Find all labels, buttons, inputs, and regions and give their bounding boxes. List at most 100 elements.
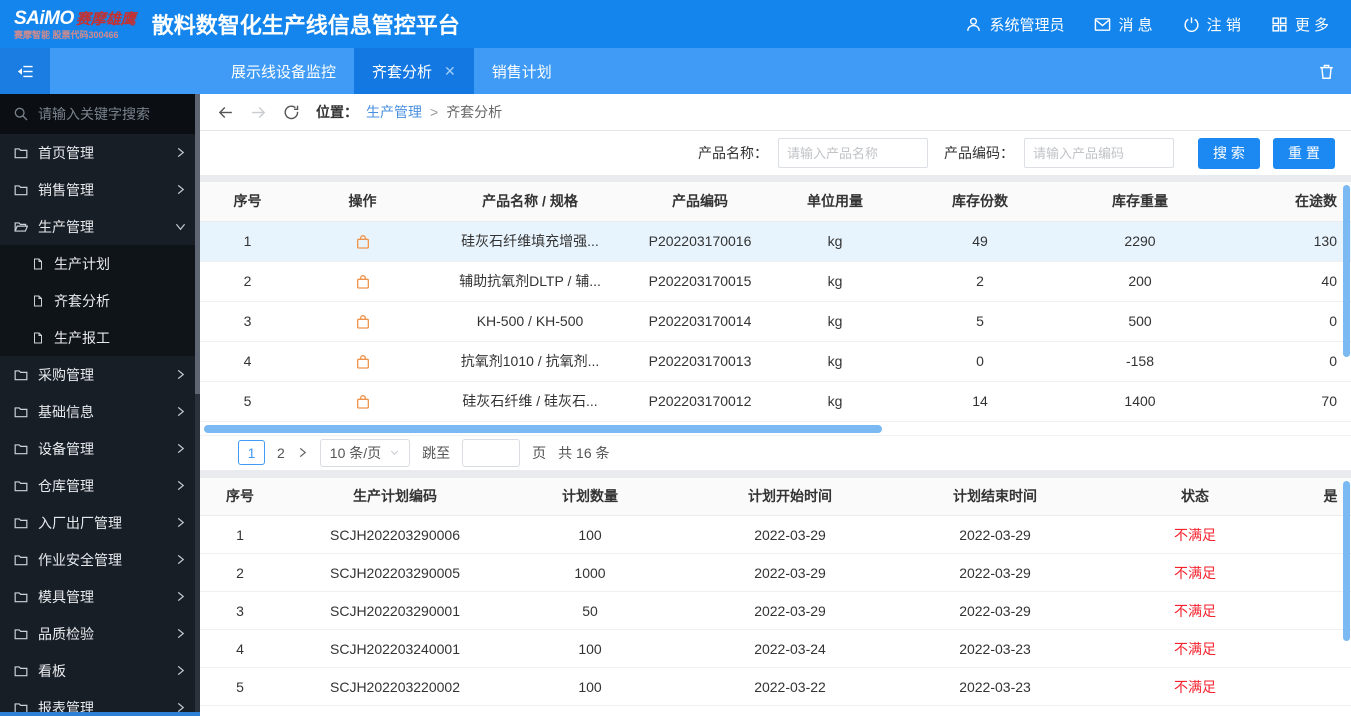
sidebar-item-quality[interactable]: 品质检验 [0,615,200,652]
breadcrumb-label: 位置： [316,104,358,120]
tab-kitting-analysis[interactable]: 齐套分析 ✕ [354,48,474,94]
breadcrumb-current: 齐套分析 [446,104,503,120]
product-table: 序号 操作 产品名称 / 规格 产品编码 单位用量 库存份数 库存重量 在途数 [200,182,1351,422]
power-icon [1183,16,1200,33]
sidebar-item-production[interactable]: 生产管理 [0,208,200,245]
pagination-page-2[interactable]: 2 [277,445,285,461]
table-row[interactable]: 1 SCJH202203290006 100 2022-03-29 2022-0… [200,515,1351,554]
sidebar-item-label: 首页管理 [38,144,94,161]
column-header: 单位用量 [770,182,900,222]
sidebar-item-home[interactable]: 首页管理 [0,134,200,171]
cell-no: 5 [200,667,280,706]
forward-arrow-icon [250,104,267,121]
sidebar-item-label: 生产管理 [38,218,94,235]
tab-label: 销售计划 [491,63,552,81]
refresh-button[interactable] [283,104,300,121]
brand-name-cn: 赛摩雄鹰 [75,10,136,28]
cell-in-transit: 0 [1220,341,1351,382]
operation-bag-button[interactable] [355,394,371,410]
sidebar-item-production-plan[interactable]: 生产计划 [0,245,200,282]
cell-start-date: 2022-03-22 [670,667,910,706]
operation-bag-button[interactable] [355,354,371,370]
breadcrumb-parent-link[interactable]: 生产管理 [366,102,422,122]
sidebar-item-purchase[interactable]: 采购管理 [0,356,200,393]
page-size-select[interactable]: 10 条/页 [319,438,411,467]
tab-sales-plan[interactable]: 销售计划 [474,48,570,94]
sidebar-item-sales[interactable]: 销售管理 [0,171,200,208]
cell-qty: 100 [510,629,670,668]
cell-no: 1 [200,221,295,262]
table-row[interactable]: 5 SCJH202203220002 100 2022-03-22 2022-0… [200,667,1351,706]
table-row[interactable]: 3 SCJH202203290001 50 2022-03-29 2022-03… [200,591,1351,630]
cell-stock-weight: 200 [1060,261,1220,302]
tab-device-monitor[interactable]: 展示线设备监控 [213,48,354,94]
tab-close-icon[interactable]: ✕ [444,63,456,80]
pagination-page-1[interactable]: 1 [238,440,265,465]
bag-icon [355,234,371,250]
jump-page-input[interactable] [462,438,521,467]
sidebar-item-kitting-analysis[interactable]: 齐套分析 [0,282,200,319]
cell-product-name: 辅助抗氧剂DLTP / 辅... [430,261,630,302]
chevron-right-icon [175,443,186,454]
chevron-right-icon [175,628,186,639]
cell-product-name: 硅灰石纤维 / 硅灰石... [430,381,630,422]
pagination-next-icon[interactable] [297,447,308,458]
close-tabs-button[interactable] [1318,63,1335,80]
sidebar-item-warehouse[interactable]: 仓库管理 [0,467,200,504]
cell-start-date: 2022-03-24 [670,629,910,668]
sidebar-item-mold[interactable]: 模具管理 [0,578,200,615]
cell-in-transit: 0 [1220,301,1351,342]
chevron-right-icon [175,147,186,158]
more-button[interactable]: 更 多 [1271,14,1329,35]
sidebar-item-production-report[interactable]: 生产报工 [0,319,200,356]
table-row[interactable]: 2 SCJH202203290005 1000 2022-03-29 2022-… [200,553,1351,592]
sidebar-collapse-button[interactable] [0,48,50,94]
search-button[interactable]: 搜 索 [1198,137,1260,169]
user-menu[interactable]: 系统管理员 [965,14,1064,35]
column-header: 库存份数 [900,182,1060,222]
operation-bag-button[interactable] [355,234,371,250]
cell-qty: 100 [510,515,670,554]
table-row[interactable]: 2 辅助抗氧剂DLTP / 辅... P202203170015 kg 2 20… [200,261,1351,302]
messages-button[interactable]: 消 息 [1094,14,1153,35]
sidebar-search-input[interactable]: 请输入关键字搜索 [0,94,200,134]
mail-icon [1094,16,1111,33]
chevron-right-icon [175,480,186,491]
table-row[interactable]: 4 SCJH202203240001 100 2022-03-24 2022-0… [200,629,1351,668]
table-vscrollbar-thumb[interactable] [1343,480,1350,641]
table-row[interactable]: 4 抗氧剂1010 / 抗氧剂... P202203170013 kg 0 -1… [200,341,1351,382]
logout-button[interactable]: 注 销 [1183,14,1241,35]
table-vscrollbar-thumb[interactable] [1343,185,1350,357]
cell-end-date: 2022-03-23 [910,629,1080,668]
sidebar-item-label: 设备管理 [38,440,94,457]
back-button[interactable] [217,104,234,121]
product-code-input[interactable] [1024,138,1174,168]
cell-unit: kg [770,381,900,422]
breadcrumb-bar: 位置： 生产管理 > 齐套分析 [200,94,1351,131]
product-name-input[interactable] [778,138,928,168]
column-header: 计划开始时间 [670,477,910,516]
sidebar-menu: 首页管理 销售管理 生产管理 生产计划 齐套分析 生产报工 采购管理 基础信息 … [0,134,200,716]
folder-icon [14,146,28,160]
sidebar-item-gate-management[interactable]: 入厂出厂管理 [0,504,200,541]
chevron-right-icon [175,369,186,380]
sidebar-item-label: 基础信息 [38,403,94,420]
sidebar-item-work-safety[interactable]: 作业安全管理 [0,541,200,578]
sidebar-hscrollbar[interactable] [0,712,200,716]
cell-end-date: 2022-03-29 [910,591,1080,630]
table-row[interactable]: 1 硅灰石纤维填充增强... P202203170016 kg 49 2290 … [200,221,1351,262]
sidebar-item-dashboard[interactable]: 看板 [0,652,200,689]
sidebar-item-equipment[interactable]: 设备管理 [0,430,200,467]
pagination-prev-icon[interactable] [215,447,226,458]
table-row[interactable]: 5 硅灰石纤维 / 硅灰石... P202203170012 kg 14 140… [200,381,1351,422]
reset-button[interactable]: 重 置 [1273,137,1335,169]
operation-bag-button[interactable] [355,274,371,290]
folder-icon [14,553,28,567]
table-row[interactable]: 3 KH-500 / KH-500 P202203170014 kg 5 500… [200,301,1351,342]
table-hscrollbar-thumb[interactable] [204,424,882,433]
forward-button[interactable] [250,104,267,121]
table-hscrollbar [200,423,1351,434]
operation-bag-button[interactable] [355,314,371,330]
sidebar-item-basic-info[interactable]: 基础信息 [0,393,200,430]
open-tabs: 展示线设备监控 齐套分析 ✕ 销售计划 [213,48,570,94]
